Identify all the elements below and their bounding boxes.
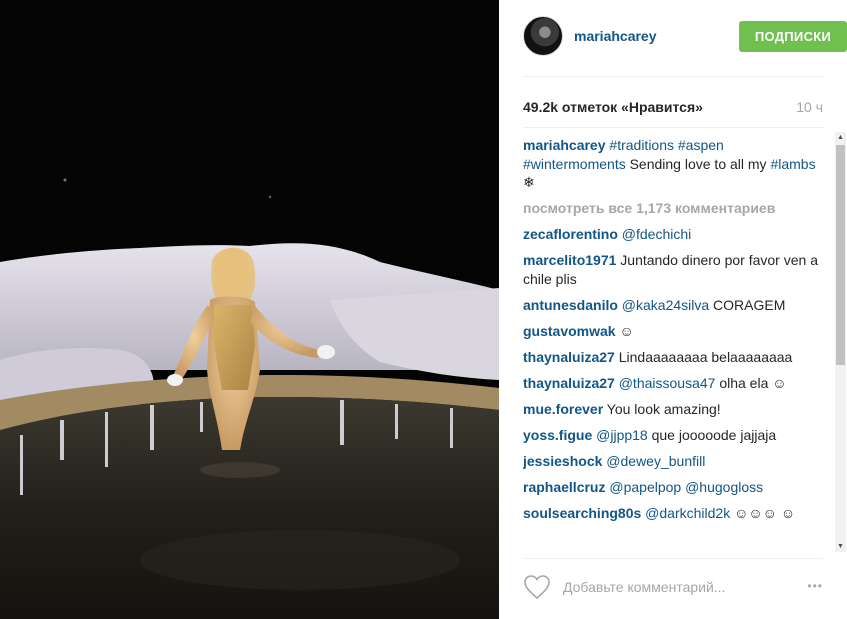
tag-link[interactable]: @darkchild2k <box>645 505 730 521</box>
comment-username[interactable]: mariahcarey <box>523 137 606 153</box>
comment-item: mue.forever You look amazing! <box>523 400 823 419</box>
view-all-comments-link[interactable]: посмотреть все 1,173 комментариев <box>523 199 823 218</box>
follow-button[interactable]: ПОДПИСКИ <box>739 21 847 52</box>
tag-link[interactable]: @papelpop <box>609 479 681 495</box>
tag-link[interactable]: #traditions <box>609 137 674 153</box>
scroll-up-icon[interactable]: ▲ <box>835 132 846 143</box>
comment-item: thaynaluiza27 Lindaaaaaaaa belaaaaaaaa <box>523 348 823 367</box>
heart-outline-icon[interactable] <box>523 574 551 600</box>
post-photo[interactable] <box>0 0 499 619</box>
comment-username[interactable]: thaynaluiza27 <box>523 375 615 391</box>
scroll-down-icon[interactable]: ▼ <box>835 541 846 552</box>
photo-scene <box>0 0 499 619</box>
comment-username[interactable]: mue.forever <box>523 401 603 417</box>
tag-link[interactable]: @dewey_bunfill <box>606 453 705 469</box>
comment-username[interactable]: soulsearching80s <box>523 505 641 521</box>
comment-item: antunesdanilo @kaka24silva CORAGEM <box>523 296 823 315</box>
tag-link[interactable]: #lambs <box>770 156 815 172</box>
comment-username[interactable]: yoss.figue <box>523 427 592 443</box>
likes-count[interactable]: 49.2k отметок «Нравится» <box>523 99 703 115</box>
scrollbar-thumb[interactable] <box>836 145 845 365</box>
likes-divider <box>523 127 823 128</box>
tag-link[interactable]: @hugogloss <box>685 479 763 495</box>
tag-link[interactable]: @jjpp18 <box>596 427 648 443</box>
comment-input[interactable] <box>563 576 783 598</box>
comment-username[interactable]: zecaflorentino <box>523 226 618 242</box>
comment-item: zecaflorentino @fdechichi <box>523 225 823 244</box>
comment-text: olha ela ☺ <box>715 374 787 391</box>
comment-text: Lindaaaaaaaa belaaaaaaaa <box>618 348 793 365</box>
comment-text: ☺☺☺ ☺ <box>730 504 796 521</box>
post-time[interactable]: 10 ч <box>796 99 823 115</box>
comment-username[interactable]: raphaellcruz <box>523 479 605 495</box>
comment-item: soulsearching80s @darkchild2k ☺☺☺ ☺ <box>523 504 823 523</box>
comment-item: marcelito1971 Juntando dinero por favor … <box>523 251 823 288</box>
tag-link[interactable]: #wintermoments <box>523 156 626 172</box>
tag-link[interactable]: @fdechichi <box>622 226 691 242</box>
comment-username[interactable]: marcelito1971 <box>523 252 616 268</box>
post-header: mariahcarey ПОДПИСКИ <box>523 14 847 58</box>
comment-text: ☺ <box>619 322 634 339</box>
comment-username[interactable]: thaynaluiza27 <box>523 349 615 365</box>
tag-link[interactable]: #aspen <box>678 137 724 153</box>
comment-footer: ••• <box>523 571 823 603</box>
ellipsis-icon[interactable]: ••• <box>807 579 823 593</box>
header-divider <box>523 76 823 77</box>
tag-link[interactable]: @thaissousa47 <box>619 375 716 391</box>
comment-username[interactable]: gustavomwak <box>523 323 616 339</box>
likes-row: 49.2k отметок «Нравится» 10 ч <box>523 99 823 117</box>
comment-item: gustavomwak ☺ <box>523 322 823 341</box>
comment-item: thaynaluiza27 @thaissousa47 olha ela ☺ <box>523 374 823 393</box>
comment-text: que jooooode jajjaja <box>647 426 777 443</box>
comment-text: You look amazing! <box>606 400 721 417</box>
comment-text: ❄ <box>523 174 535 190</box>
comment-username[interactable]: jessieshock <box>523 453 602 469</box>
comment-item: yoss.figue @jjpp18 que jooooode jajjaja <box>523 426 823 445</box>
comments-list[interactable]: mariahcarey #traditions #aspen #wintermo… <box>523 136 823 554</box>
comment-item: raphaellcruz @papelpop @hugogloss <box>523 478 823 497</box>
comments-scrollbar[interactable]: ▲ ▼ <box>835 132 846 552</box>
comment-text: Sending love to all my <box>625 155 771 172</box>
author-username[interactable]: mariahcarey <box>574 28 657 44</box>
post-sidebar: mariahcarey ПОДПИСКИ 49.2k отметок «Нрав… <box>499 0 847 619</box>
footer-divider <box>523 558 823 559</box>
tag-link[interactable]: @kaka24silva <box>622 297 709 313</box>
comment-item: jessieshock @dewey_bunfill <box>523 452 823 471</box>
comment-text: CORAGEM <box>709 296 786 313</box>
comment-username[interactable]: antunesdanilo <box>523 297 618 313</box>
post-caption: mariahcarey #traditions #aspen #wintermo… <box>523 136 823 192</box>
avatar[interactable] <box>523 16 563 56</box>
